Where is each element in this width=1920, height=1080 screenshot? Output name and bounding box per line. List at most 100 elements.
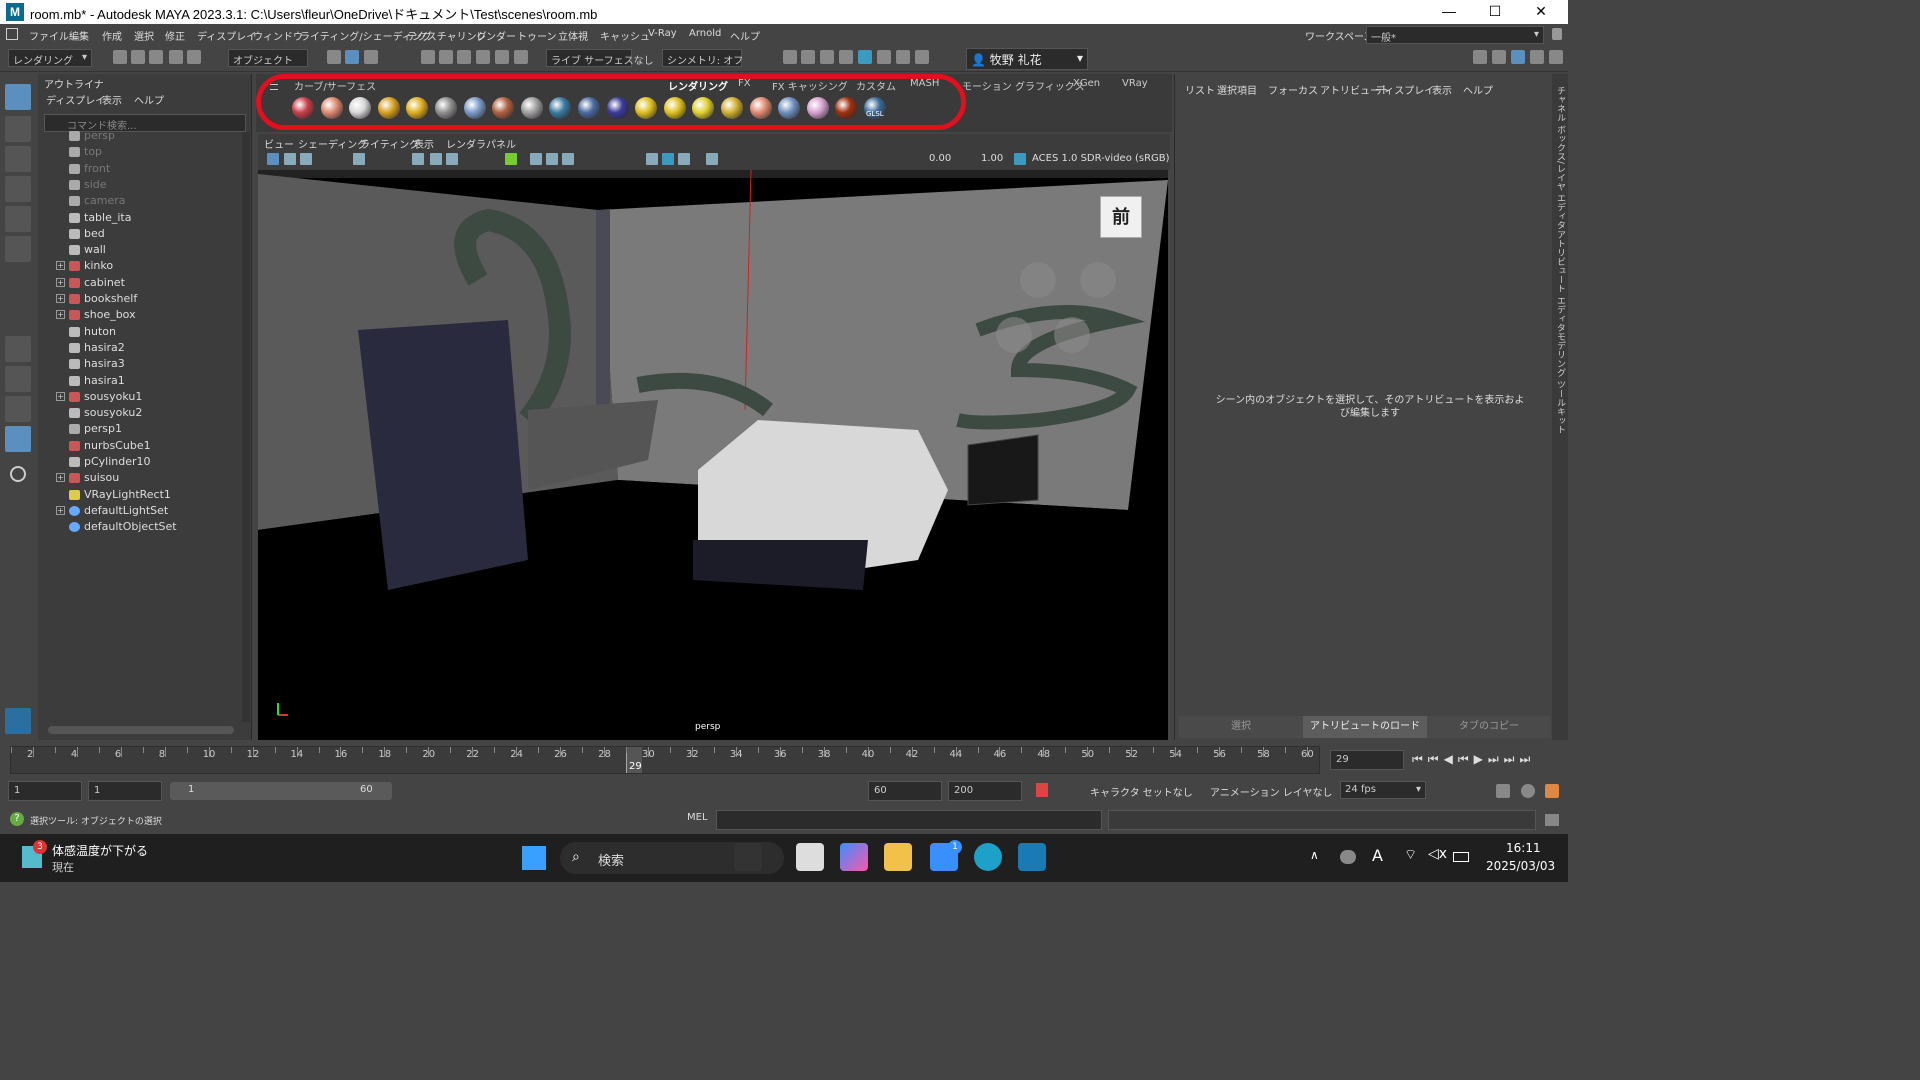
maya-taskbar-icon[interactable]	[1018, 843, 1046, 871]
snap-surface-icon[interactable]	[495, 50, 509, 64]
ipr-render-icon[interactable]	[820, 50, 834, 64]
windows-start-icon[interactable]	[522, 846, 546, 870]
scale-tool-icon[interactable]	[5, 236, 31, 262]
menu-modify[interactable]: 修正	[165, 28, 185, 43]
outliner-item-shoe_box[interactable]: + shoe_box	[38, 307, 242, 323]
outliner-item-hasira1[interactable]: hasira1	[38, 373, 242, 389]
outliner-item-bed[interactable]: bed	[38, 226, 242, 242]
ime-icon[interactable]: A	[1372, 846, 1383, 865]
outliner-item-cabinet[interactable]: + cabinet	[38, 275, 242, 291]
vp-menu-view[interactable]: ビュー	[264, 136, 294, 151]
snap-view-icon[interactable]	[476, 50, 490, 64]
menu-edit[interactable]: 編集	[69, 28, 89, 43]
time-ruler[interactable]: 29 2 4 6 8 10 12 14 16 18 20 22 24 26 28 30 32 34 36 38 40 4…	[10, 746, 1320, 774]
select-hierarchy-icon[interactable]	[327, 50, 341, 64]
workspace-select[interactable]: 一般* ▾	[1366, 26, 1544, 44]
outliner-item-huton[interactable]: huton	[38, 324, 242, 340]
range-slider[interactable]: 1 60	[170, 782, 392, 800]
vray-render-icon[interactable]	[896, 50, 910, 64]
outliner-layout-icon[interactable]	[5, 426, 31, 452]
vp-menu-panels[interactable]: パネル	[486, 136, 516, 151]
menu-display[interactable]: ディスプレイ	[197, 28, 256, 43]
ae-menu-list[interactable]: リスト	[1185, 82, 1215, 97]
paint-select-icon[interactable]	[5, 146, 31, 172]
user-account-select[interactable]: 👤 牧野 礼花 ▾	[966, 48, 1088, 70]
hypershade-icon[interactable]	[858, 50, 872, 64]
channel-box-icon[interactable]	[1530, 50, 1544, 64]
menu-set-select[interactable]: レンダリング ▾	[8, 49, 92, 67]
playback-end-field[interactable]: 60	[868, 781, 942, 801]
close-button[interactable]: ✕	[1518, 0, 1564, 24]
vp-ao-icon[interactable]	[678, 153, 690, 165]
menu-render[interactable]: レンダー	[476, 28, 516, 43]
outliner-item-defaultobjectset[interactable]: defaultObjectSet	[38, 519, 242, 535]
render-settings-icon[interactable]	[839, 50, 853, 64]
vp-bookmark-icon[interactable]	[300, 153, 312, 165]
vp-colormanage-icon[interactable]	[1014, 153, 1026, 165]
ae-copy-tab-button[interactable]: タブのコピー	[1427, 716, 1551, 738]
vp-camera-attr-icon[interactable]	[284, 153, 296, 165]
outliner-toggle-icon[interactable]	[1549, 50, 1563, 64]
outliner-menu-show[interactable]: 表示	[102, 92, 122, 107]
menu-stereo[interactable]: 立体視	[558, 28, 588, 43]
lasso-tool-icon[interactable]	[5, 116, 31, 142]
vray-vfb-icon[interactable]	[877, 50, 891, 64]
mel-input[interactable]	[716, 810, 1102, 830]
shelf-tab-xgen[interactable]: XGen	[1073, 78, 1100, 89]
undo-icon[interactable]	[169, 50, 183, 64]
menu-file[interactable]: ファイル	[29, 28, 69, 43]
playhead[interactable]: 29	[626, 747, 643, 773]
vp-grid-icon[interactable]	[353, 153, 365, 165]
redo-icon[interactable]	[187, 50, 201, 64]
ae-menu-focus[interactable]: フォーカス	[1268, 82, 1318, 97]
move-tool-icon[interactable]	[5, 176, 31, 202]
select-component-icon[interactable]	[364, 50, 378, 64]
new-scene-icon[interactable]	[113, 50, 127, 64]
outliner-item-table_ita[interactable]: table_ita	[38, 210, 242, 226]
outliner-item-front[interactable]: front	[38, 161, 242, 177]
expand-icon[interactable]: +	[56, 391, 65, 401]
clock-time[interactable]: 16:11	[1506, 841, 1541, 855]
vp-isolate-icon[interactable]	[505, 153, 517, 165]
outliner-item-wall[interactable]: wall	[38, 242, 242, 258]
auto-key-icon[interactable]	[1036, 783, 1048, 797]
vp-menu-renderer[interactable]: レンダラ	[446, 136, 486, 151]
viewport-3d[interactable]: 前 persp	[258, 170, 1168, 740]
menu-arnold[interactable]: Arnold	[689, 28, 721, 39]
outliner-item-sousyoku1[interactable]: + sousyoku1	[38, 389, 242, 405]
fps-select[interactable]: 24 fps ▾	[1340, 781, 1426, 799]
menu-vray[interactable]: V-Ray	[648, 28, 677, 39]
outliner-item-top[interactable]: top	[38, 144, 242, 160]
vp-film-gate-icon[interactable]	[412, 153, 424, 165]
maximize-button[interactable]: ☐	[1472, 0, 1518, 24]
playback-start-field[interactable]: 1	[88, 781, 162, 801]
minimize-button[interactable]: —	[1426, 0, 1472, 24]
rotate-tool-icon[interactable]	[5, 206, 31, 232]
playback-prefs-icon[interactable]	[1545, 784, 1559, 798]
vp-menu-shading[interactable]: シェーディング	[298, 136, 367, 151]
vp-field-exposure[interactable]: 0.00	[929, 153, 951, 164]
file-explorer-icon[interactable]	[884, 843, 912, 871]
four-view-icon[interactable]	[5, 366, 31, 392]
expand-icon[interactable]: +	[56, 310, 65, 320]
symmetry-select[interactable]: シンメトリ: オフ	[662, 49, 743, 67]
snap-point-icon[interactable]	[457, 50, 471, 64]
expand-icon[interactable]: +	[56, 277, 65, 287]
outliner-menu-help[interactable]: ヘルプ	[134, 92, 164, 107]
vp-xray-icon[interactable]	[706, 153, 718, 165]
live-surface-select[interactable]: ライブ サーフェスなし	[546, 49, 654, 67]
tray-chevron-icon[interactable]: ∧	[1310, 848, 1319, 862]
edge-icon[interactable]	[974, 843, 1002, 871]
anim-end-field[interactable]: 200	[948, 781, 1022, 801]
side-tab-attribute-editor[interactable]: アトリビュート エディタ	[1554, 230, 1567, 332]
attribute-editor-icon[interactable]	[1492, 50, 1506, 64]
home-icon[interactable]	[6, 28, 18, 40]
help-icon[interactable]: ?	[10, 812, 24, 826]
outliner-item-nurbscube1[interactable]: nurbsCube1	[38, 438, 242, 454]
menu-help[interactable]: ヘルプ	[730, 28, 760, 43]
playback-controls[interactable]: ⏮⏮◀⏮▶⏭⏭⏭	[1412, 752, 1535, 767]
side-tab-channel-box[interactable]: チャネル ボックス/レイヤ エディタ	[1554, 86, 1567, 230]
vp-resolution-gate-icon[interactable]	[430, 153, 442, 165]
vp-colorspace[interactable]: ACES 1.0 SDR-video (sRGB)	[1032, 153, 1170, 164]
ae-menu-selected[interactable]: 選択項目	[1217, 82, 1257, 97]
